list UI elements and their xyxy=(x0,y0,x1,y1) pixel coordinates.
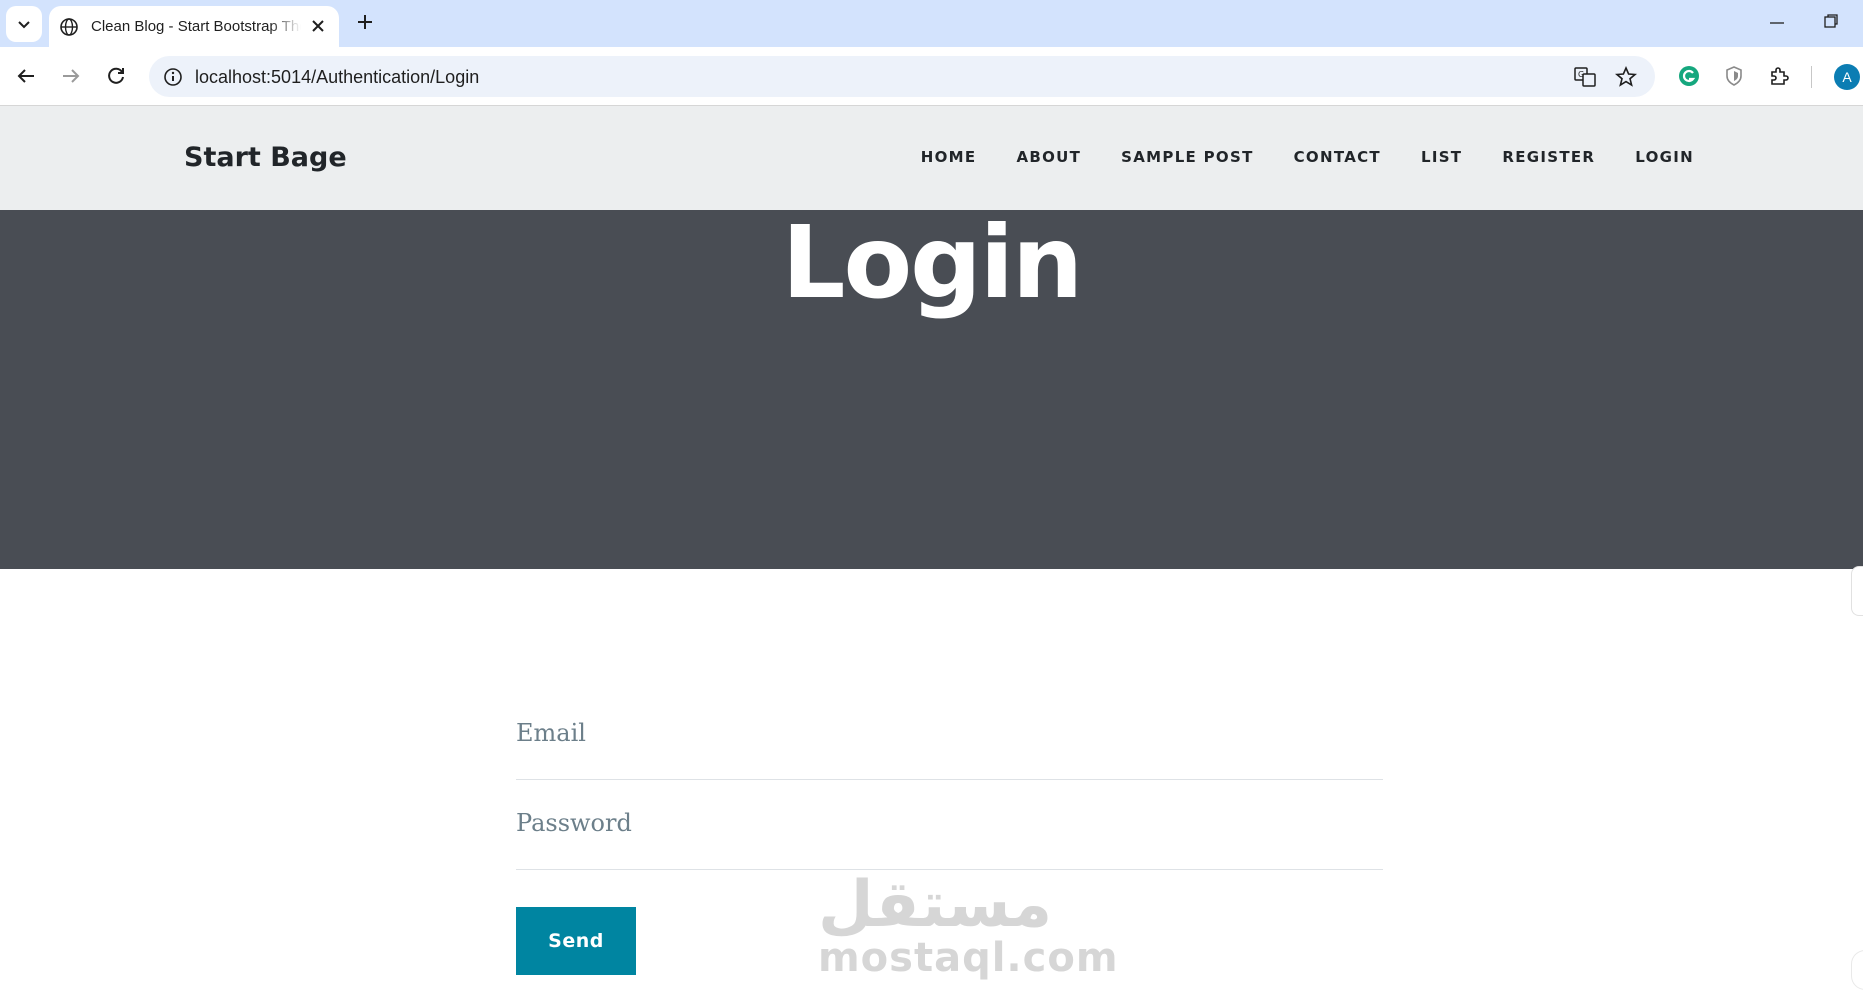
address-bar[interactable]: localhost:5014/Authentication/Login G xyxy=(149,56,1655,97)
side-panel-handle[interactable] xyxy=(1851,566,1863,616)
browser-toolbar: localhost:5014/Authentication/Login G A xyxy=(0,47,1863,106)
password-field-group xyxy=(516,780,1383,870)
browser-tab-active[interactable]: Clean Blog - Start Bootstrap Theme xyxy=(49,6,339,47)
nav-link-about[interactable]: ABOUT xyxy=(1016,148,1081,166)
nav-link-list[interactable]: LIST xyxy=(1421,148,1462,166)
nav-link-register[interactable]: REGISTER xyxy=(1502,148,1595,166)
reload-icon[interactable] xyxy=(104,64,128,88)
profile-avatar[interactable]: A xyxy=(1834,64,1860,90)
side-floating-handle[interactable] xyxy=(1851,950,1863,990)
new-tab-plus-icon[interactable] xyxy=(355,12,375,32)
nav-link-home[interactable]: HOME xyxy=(921,148,977,166)
toolbar-separator xyxy=(1811,66,1812,88)
watermark-latin: mostaql.com xyxy=(818,935,1119,981)
info-icon[interactable] xyxy=(161,65,185,89)
email-field[interactable] xyxy=(516,708,1383,758)
svg-text:G: G xyxy=(1578,70,1584,79)
nav-link-sample-post[interactable]: SAMPLE POST xyxy=(1121,148,1253,166)
extensions-puzzle-icon[interactable] xyxy=(1767,64,1791,88)
chevron-down-icon xyxy=(18,21,30,29)
nav-link-contact[interactable]: CONTACT xyxy=(1294,148,1381,166)
shield-extension-icon[interactable] xyxy=(1722,64,1746,88)
nav-links: HOME ABOUT SAMPLE POST CONTACT LIST REGI… xyxy=(921,148,1694,166)
password-field[interactable] xyxy=(516,798,1383,848)
close-icon[interactable] xyxy=(309,17,327,35)
site-brand[interactable]: Start Bage xyxy=(184,142,347,173)
page-title: Login xyxy=(781,210,1083,321)
watermark-arabic: مستقل xyxy=(818,868,1053,942)
nav-link-login[interactable]: LOGIN xyxy=(1635,148,1694,166)
send-button[interactable]: Send xyxy=(516,907,636,975)
translate-icon[interactable]: G xyxy=(1573,65,1597,89)
grammarly-extension-icon[interactable] xyxy=(1677,64,1701,88)
minimize-icon[interactable] xyxy=(1768,14,1786,32)
url-text[interactable]: localhost:5014/Authentication/Login xyxy=(195,67,479,88)
site-navbar: Start Bage HOME ABOUT SAMPLE POST CONTAC… xyxy=(0,106,1863,210)
globe-icon xyxy=(60,17,78,36)
restore-window-icon[interactable] xyxy=(1822,12,1840,30)
bookmark-star-icon[interactable] xyxy=(1614,65,1638,89)
back-arrow-icon[interactable] xyxy=(14,64,38,88)
tab-search-button[interactable] xyxy=(6,6,42,42)
forward-arrow-icon[interactable] xyxy=(59,64,83,88)
mostaql-watermark: مستقل mostaql.com xyxy=(818,868,1119,990)
email-field-group xyxy=(516,690,1383,780)
page-header: Login xyxy=(0,210,1863,569)
tab-title: Clean Blog - Start Bootstrap Theme xyxy=(91,18,301,35)
login-form: Send xyxy=(516,690,1383,975)
browser-tabstrip: Clean Blog - Start Bootstrap Theme xyxy=(0,0,1863,47)
